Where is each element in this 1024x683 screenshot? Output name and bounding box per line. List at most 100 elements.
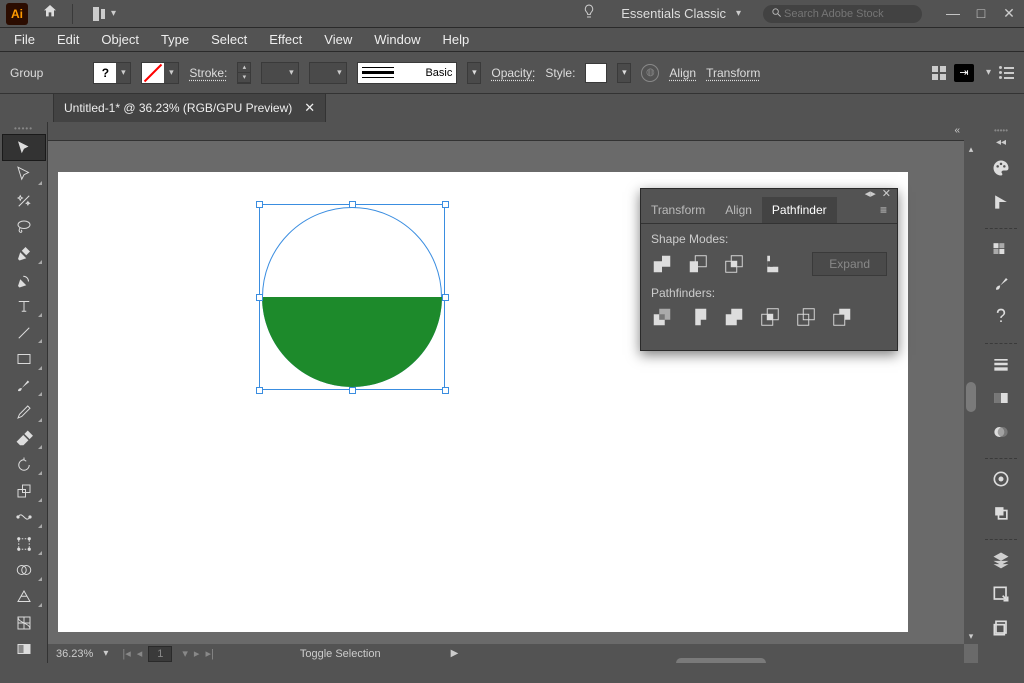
first-page-icon[interactable]: |◂ [122, 647, 130, 660]
collapse-dock-icon[interactable]: ◂◂ [996, 137, 1006, 148]
eraser-tool[interactable] [3, 425, 45, 450]
type-tool[interactable] [3, 293, 45, 318]
artboards-panel-icon[interactable] [987, 614, 1015, 642]
line-tool[interactable] [3, 320, 45, 345]
stroke-weight-stepper[interactable]: ▴▾ [237, 62, 251, 84]
stock-search[interactable] [763, 5, 922, 23]
pathfinder-panel[interactable]: ◂▸✕ Transform Align Pathfinder ≡ Shape M… [640, 188, 898, 351]
menu-help[interactable]: Help [432, 29, 479, 50]
perspective-tool[interactable] [3, 584, 45, 609]
layers-panel-icon[interactable] [987, 546, 1015, 574]
selection-tool[interactable] [3, 135, 45, 160]
color-guide-panel-icon[interactable] [987, 188, 1015, 216]
panel-tab-align[interactable]: Align [715, 197, 762, 223]
opacity-label[interactable]: Opacity: [491, 66, 535, 80]
isolate-caret[interactable]: ▾ [986, 67, 991, 78]
menu-type[interactable]: Type [151, 29, 199, 50]
minus-back-button[interactable] [831, 306, 853, 328]
width-tool[interactable] [3, 505, 45, 530]
swatches-panel-icon[interactable] [987, 235, 1015, 263]
curvature-tool[interactable] [3, 267, 45, 292]
direct-selection-tool[interactable] [3, 161, 45, 186]
free-transform-tool[interactable] [3, 531, 45, 556]
scroll-thumb-y[interactable] [966, 382, 976, 412]
symbols-panel-icon[interactable] [987, 303, 1015, 331]
maximize-button[interactable]: □ [972, 5, 990, 22]
color-panel-icon[interactable] [987, 154, 1015, 182]
trim-button[interactable] [687, 306, 709, 328]
isolate-icon[interactable]: ⇥ [954, 64, 974, 82]
scale-tool[interactable] [3, 478, 45, 503]
minus-front-button[interactable] [687, 253, 709, 275]
brushes-panel-icon[interactable] [987, 269, 1015, 297]
arrange-docs-button[interactable]: ▾ [93, 7, 116, 21]
menu-window[interactable]: Window [364, 29, 430, 50]
recolor-icon[interactable]: ◍ [641, 64, 659, 82]
exclude-button[interactable] [759, 253, 781, 275]
brush-tool[interactable] [3, 373, 45, 398]
workspace-switcher[interactable]: Essentials Classic▾ [621, 6, 741, 21]
intersect-button[interactable] [723, 253, 745, 275]
style-caret[interactable]: ▾ [617, 63, 631, 83]
graphic-styles-panel-icon[interactable] [987, 499, 1015, 527]
scroll-thumb-x[interactable] [676, 658, 766, 664]
appearance-panel-icon[interactable] [987, 465, 1015, 493]
outline-button[interactable] [795, 306, 817, 328]
menu-edit[interactable]: Edit [47, 29, 89, 50]
panel-menu-icon[interactable]: ≡ [870, 197, 897, 223]
home-icon[interactable] [38, 3, 62, 24]
magic-wand-tool[interactable] [3, 188, 45, 213]
fill-dropdown[interactable]: ? ▾ [93, 62, 131, 84]
close-tab-icon[interactable]: ✕ [304, 100, 315, 116]
stroke-label[interactable]: Stroke: [189, 66, 227, 80]
stroke-panel-icon[interactable] [987, 350, 1015, 378]
brush-dropdown[interactable]: Basic [357, 62, 457, 84]
merge-button[interactable] [723, 306, 745, 328]
discover-icon[interactable] [581, 3, 597, 24]
menu-select[interactable]: Select [201, 29, 257, 50]
pencil-tool[interactable] [3, 399, 45, 424]
minimize-button[interactable]: — [944, 5, 962, 22]
scroll-down-icon[interactable]: ▾ [964, 631, 978, 642]
status-play-icon[interactable]: ▶ [451, 648, 459, 659]
brush-caret[interactable]: ▾ [467, 62, 481, 84]
menu-view[interactable]: View [314, 29, 362, 50]
rotate-tool[interactable] [3, 452, 45, 477]
shape-builder-tool[interactable] [3, 558, 45, 583]
unite-button[interactable] [651, 253, 673, 275]
stroke-profile-dropdown[interactable]: ▾ [309, 62, 347, 84]
vertical-scrollbar[interactable]: ▴ ▾ [964, 122, 978, 644]
stroke-color-dropdown[interactable]: ▾ [141, 62, 179, 84]
transparency-panel-icon[interactable] [987, 418, 1015, 446]
close-button[interactable]: ✕ [1000, 5, 1018, 22]
align-link[interactable]: Align [669, 66, 696, 80]
document-tab[interactable]: Untitled-1* @ 36.23% (RGB/GPU Preview) ✕ [54, 94, 326, 122]
next-page-icon[interactable]: ▸ [194, 647, 200, 660]
pen-tool[interactable] [3, 241, 45, 266]
selection-bounds[interactable] [259, 204, 445, 390]
asset-export-panel-icon[interactable] [987, 580, 1015, 608]
panel-tab-transform[interactable]: Transform [641, 197, 715, 223]
rectangle-tool[interactable] [3, 346, 45, 371]
page-number-input[interactable]: 1 [148, 646, 172, 662]
panel-tab-pathfinder[interactable]: Pathfinder [762, 197, 837, 223]
stock-search-input[interactable] [784, 8, 914, 20]
last-page-icon[interactable]: ▸| [205, 647, 213, 660]
mesh-tool[interactable] [3, 610, 45, 635]
panel-list-icon[interactable] [999, 66, 1014, 79]
crop-button[interactable] [759, 306, 781, 328]
prev-page-icon[interactable]: ◂ [137, 647, 143, 660]
gradient-tool[interactable] [3, 637, 45, 662]
zoom-dropdown[interactable]: 36.23%▾ [48, 648, 116, 660]
gradient-panel-icon[interactable] [987, 384, 1015, 412]
menu-file[interactable]: File [4, 29, 45, 50]
divide-button[interactable] [651, 306, 673, 328]
page-caret[interactable]: ▾ [182, 647, 188, 660]
lasso-tool[interactable] [3, 214, 45, 239]
expand-dock-icon[interactable]: « [954, 125, 960, 136]
grid-view-icon[interactable] [932, 66, 946, 80]
transform-link[interactable]: Transform [706, 66, 760, 80]
menu-effect[interactable]: Effect [259, 29, 312, 50]
scroll-up-icon[interactable]: ▴ [964, 144, 978, 155]
style-swatch[interactable] [585, 63, 607, 83]
